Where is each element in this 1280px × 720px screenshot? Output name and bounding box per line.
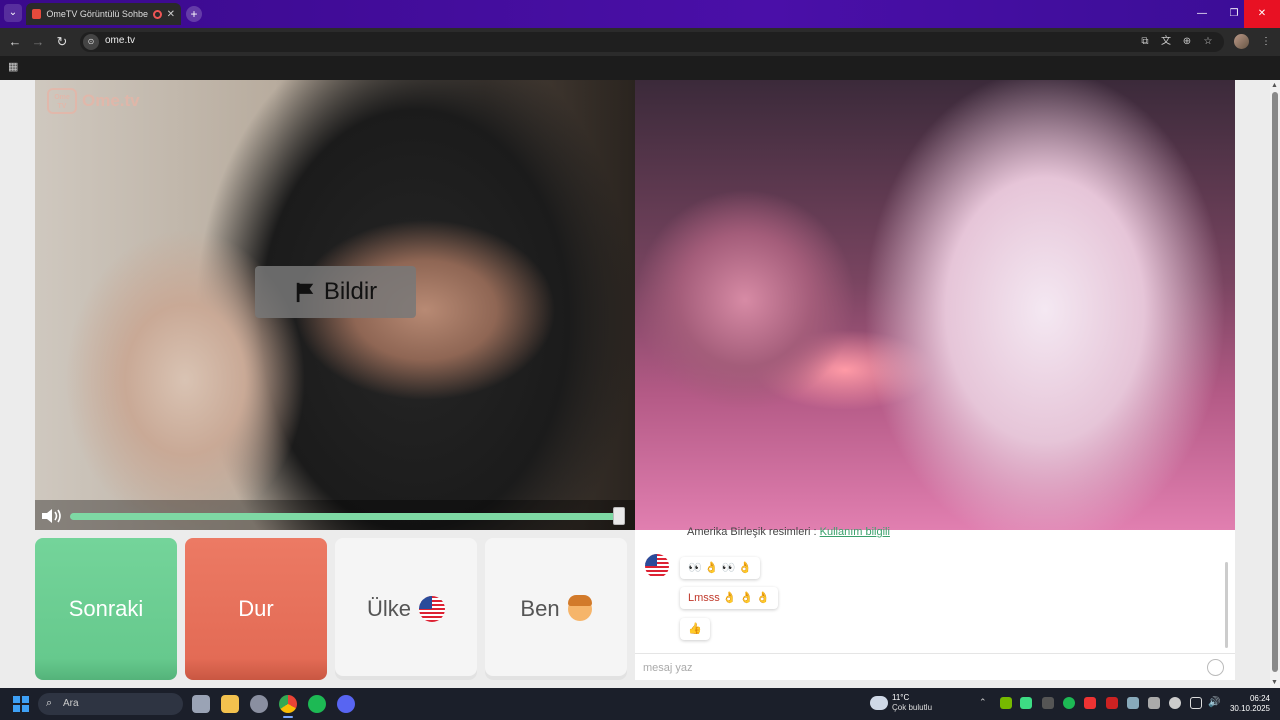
chat-panel: Amerika Birleşik resimleri : Kullanım bi… — [635, 526, 1235, 680]
microphone-icon[interactable] — [1169, 697, 1181, 709]
browser-tab-active[interactable]: OmeTV Görüntülü Sohbet - ✕ — [26, 3, 181, 25]
tray-app-icon[interactable] — [1106, 697, 1118, 709]
scroll-up-icon[interactable]: ▲ — [1271, 82, 1278, 89]
clock-time: 06:24 — [1249, 694, 1270, 703]
speaker-volume-icon[interactable] — [40, 507, 64, 525]
me-label: Ben — [520, 596, 560, 621]
scroll-down-icon[interactable]: ▼ — [1271, 679, 1278, 686]
gender-button[interactable]: Ben — [485, 538, 627, 680]
site-info-icon[interactable]: ⊙ — [83, 34, 99, 50]
boy-face-icon — [567, 595, 592, 621]
volume-icon[interactable]: 🔊 — [1208, 697, 1220, 709]
taskbar-search[interactable]: ⌕ Ara — [38, 693, 183, 715]
stop-button[interactable]: Dur — [185, 538, 327, 680]
chrome-icon[interactable] — [279, 695, 297, 713]
close-window-button[interactable]: ✕ — [1244, 0, 1280, 28]
next-label: Sonraki — [68, 596, 144, 621]
install-app-icon[interactable]: ⧉ — [1138, 35, 1152, 49]
tray-app-icon[interactable] — [1020, 697, 1032, 709]
obs-icon[interactable] — [250, 695, 268, 713]
new-tab-button[interactable]: + — [186, 6, 202, 22]
task-view-icon[interactable] — [192, 695, 210, 713]
translate-icon[interactable]: 文 — [1159, 35, 1173, 49]
volume-control — [40, 507, 630, 525]
volume-slider-track[interactable] — [70, 513, 622, 520]
country-label: Ülke — [366, 596, 411, 621]
windows-start-icon[interactable] — [13, 696, 29, 712]
active-app-indicator — [283, 716, 293, 718]
more-menu-icon[interactable]: ⋮ — [1259, 35, 1273, 49]
us-flag-icon — [419, 596, 445, 622]
stranger-video: Ome TV Ome.tv Bildir — [35, 80, 635, 530]
report-button[interactable]: Bildir — [255, 266, 416, 318]
search-placeholder: Ara — [63, 698, 79, 709]
bookmarks-bar: ▦ — [0, 56, 1280, 80]
chat-system-message: Amerika Birleşik resimleri : Kullanım bi… — [687, 526, 890, 538]
nvidia-icon[interactable] — [1000, 697, 1012, 709]
chat-message: Lmsss 👌 👌 👌 — [680, 587, 779, 609]
url-text[interactable]: ome.tv — [105, 35, 135, 46]
chat-message: 👍 — [680, 618, 710, 640]
tray-app-icon[interactable] — [1042, 697, 1054, 709]
tab-close-icon[interactable]: ✕ — [167, 9, 175, 20]
ometv-favicon-icon — [32, 9, 42, 19]
us-flag-avatar-icon — [645, 554, 669, 578]
self-video — [635, 80, 1235, 530]
scrollbar-thumb[interactable] — [1272, 92, 1278, 672]
network-icon[interactable] — [1190, 697, 1202, 709]
address-bar[interactable]: ⊙ ome.tv — [80, 32, 1224, 52]
next-button[interactable]: Sonraki — [35, 538, 177, 680]
emoji-icon[interactable] — [1207, 659, 1224, 676]
search-icon: ⌕ — [46, 697, 53, 709]
country-button[interactable]: Ülke — [335, 538, 477, 680]
apps-grid-icon[interactable]: ▦ — [8, 61, 20, 73]
message-input[interactable] — [643, 659, 1193, 677]
profile-avatar[interactable] — [1234, 34, 1249, 49]
browser-toolbar: ← → ↻ ⊙ ome.tv ⧉ 文 ⊕ ☆ ⋮ — [0, 28, 1280, 56]
discord-icon[interactable] — [337, 695, 355, 713]
zoom-icon[interactable]: ⊕ — [1180, 35, 1194, 49]
windows-taskbar: ⌕ Ara 11°C Çok bulutlu ⌃ 🔊 06:24 30.10.2… — [0, 688, 1280, 720]
browser-titlebar: ⌄ OmeTV Görüntülü Sohbet - ✕ + — ❐ ✕ — [0, 0, 1280, 28]
tray-app-icon[interactable] — [1148, 697, 1160, 709]
steam-icon[interactable] — [1127, 697, 1139, 709]
chat-scrollbar[interactable] — [1225, 562, 1228, 648]
report-label: Bildir — [323, 278, 378, 305]
ometv-logo: Ome TV Ome.tv — [47, 88, 140, 114]
chat-message: 👀 👌 👀 👌 — [680, 557, 760, 579]
cloud-icon — [870, 696, 888, 710]
reload-icon[interactable]: ↻ — [53, 33, 71, 51]
back-arrow-icon[interactable]: ← — [6, 33, 24, 51]
flag-icon — [296, 282, 314, 303]
system-message-link[interactable]: Kullanım bilgili — [820, 526, 890, 538]
weather-desc: Çok bulutlu — [892, 703, 933, 712]
forward-arrow-icon[interactable]: → — [29, 33, 47, 51]
page-content: Ome TV Ome.tv Bildir Sonraki Dur Ülke Be… — [0, 80, 1270, 688]
chat-input-area — [635, 653, 1235, 680]
recording-indicator-icon — [152, 9, 162, 19]
volume-slider-handle[interactable] — [613, 507, 625, 525]
spotify-icon[interactable] — [308, 695, 326, 713]
weather-temp: 11°C — [892, 693, 910, 702]
page-scrollbar[interactable]: ▲ ▼ — [1270, 80, 1280, 688]
tab-title: OmeTV Görüntülü Sohbet - — [46, 9, 148, 19]
ometv-logo-icon: Ome TV — [47, 88, 77, 114]
tab-search-icon[interactable]: ⌄ — [4, 4, 22, 22]
clock-date: 30.10.2025 — [1229, 704, 1270, 713]
taskbar-clock[interactable]: 06:24 30.10.2025 — [1228, 694, 1270, 714]
minimize-button[interactable]: — — [1186, 0, 1218, 28]
tray-chevron-icon[interactable]: ⌃ — [979, 697, 991, 709]
mic-tray-icon[interactable] — [1084, 697, 1096, 709]
system-message-text: Amerika Birleşik resimleri : — [687, 526, 817, 538]
spotify-tray-icon[interactable] — [1063, 697, 1075, 709]
stop-label: Dur — [238, 596, 274, 621]
file-explorer-icon[interactable] — [221, 695, 239, 713]
bookmark-star-icon[interactable]: ☆ — [1201, 35, 1215, 49]
ometv-logo-text: Ome.tv — [82, 91, 140, 110]
